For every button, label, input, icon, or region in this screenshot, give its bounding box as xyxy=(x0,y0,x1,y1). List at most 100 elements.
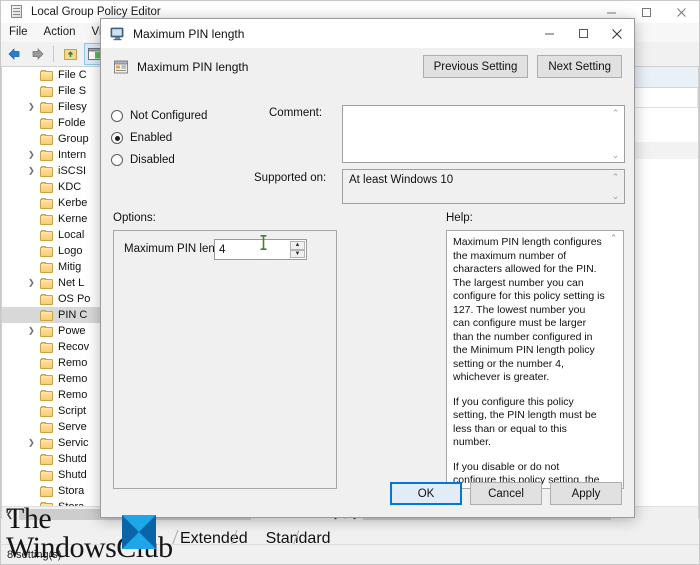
tree-item-label: Group xyxy=(58,133,89,145)
scroll-left-icon[interactable]: ❮ xyxy=(2,507,17,522)
chevron-right-icon[interactable]: ❯ xyxy=(28,438,37,447)
options-panel: Maximum PIN length 4 ▲ ▼ xyxy=(113,230,337,489)
tree-item-label: OS Po xyxy=(58,293,91,305)
folder-icon xyxy=(40,469,53,481)
next-setting-button[interactable]: Next Setting xyxy=(537,55,622,78)
tree-item-label: Filesy xyxy=(58,101,87,113)
radio-not-configured[interactable]: Not Configured xyxy=(111,105,251,127)
dialog-header: Maximum PIN length Previous Setting Next… xyxy=(101,48,634,86)
folder-icon xyxy=(40,325,53,337)
folder-icon xyxy=(40,277,53,289)
tree-item-label: Local xyxy=(58,229,85,241)
radio-enabled-indicator[interactable] xyxy=(111,132,123,144)
help-scrollbar[interactable]: ⌃ ⌄ xyxy=(606,232,621,487)
stepper-buttons[interactable]: ▲ ▼ xyxy=(290,241,305,258)
ok-button[interactable]: OK xyxy=(390,482,462,505)
folder-icon xyxy=(40,341,53,353)
help-panel[interactable]: Maximum PIN length configures the maximu… xyxy=(446,230,624,489)
chevron-right-icon[interactable]: ❯ xyxy=(28,166,37,175)
tree-item-label: Mitig xyxy=(58,261,82,273)
tree-item-label: Script xyxy=(58,405,87,417)
up-folder-icon[interactable] xyxy=(60,43,82,65)
help-label: Help: xyxy=(446,212,473,224)
dialog-footer: OK Cancel Apply xyxy=(101,475,634,517)
tree-item-label: Intern xyxy=(58,149,87,161)
tree-item-label: Remo xyxy=(58,373,88,385)
tree-item-label: Remo xyxy=(58,389,88,401)
supported-on-scrollbar[interactable]: ⌃ ⌄ xyxy=(608,171,623,202)
dialog-minimize-icon[interactable] xyxy=(532,19,566,48)
folder-icon xyxy=(40,165,53,177)
tree-item-label: Recov xyxy=(58,341,90,353)
status-text: 8 setting(s) xyxy=(7,548,62,561)
tree-item-label: Logo xyxy=(58,245,83,257)
comment-scrollbar[interactable]: ⌃ ⌄ xyxy=(608,107,623,161)
folder-icon xyxy=(40,197,53,209)
folder-icon xyxy=(40,101,53,113)
chevron-right-icon[interactable]: ❯ xyxy=(28,326,37,335)
folder-icon xyxy=(40,213,53,225)
folder-icon xyxy=(40,149,53,161)
cancel-button[interactable]: Cancel xyxy=(470,482,542,505)
spinner-down-icon[interactable]: ▼ xyxy=(290,249,305,258)
folder-icon xyxy=(40,117,53,129)
dialog-nav-buttons: Previous Setting Next Setting xyxy=(422,55,622,78)
folder-icon xyxy=(40,357,53,369)
folder-icon xyxy=(40,85,53,97)
spinner-up-icon[interactable]: ▲ xyxy=(290,241,305,250)
dialog-setting-name: Maximum PIN length xyxy=(137,60,249,74)
comment-textarea[interactable]: ⌃ ⌄ xyxy=(342,105,625,163)
dialog-maximize-icon[interactable] xyxy=(566,19,600,48)
chevron-right-icon[interactable]: ❯ xyxy=(28,102,37,111)
previous-setting-button[interactable]: Previous Setting xyxy=(422,55,529,78)
menu-file[interactable]: File xyxy=(1,23,36,42)
tree-item-label: Net L xyxy=(58,277,85,289)
back-icon[interactable] xyxy=(3,43,25,65)
radio-disabled-label: Disabled xyxy=(130,154,175,166)
tree-item-label: KDC xyxy=(58,181,82,193)
tree-item-label: Servic xyxy=(58,437,89,449)
comment-scroll-down-icon[interactable]: ⌄ xyxy=(612,149,620,161)
folder-icon xyxy=(40,261,53,273)
policy-state-radio-group: Not Configured Enabled Disabled xyxy=(111,105,251,171)
radio-disabled[interactable]: Disabled xyxy=(111,149,251,171)
folder-icon xyxy=(40,229,53,241)
comment-scroll-up-icon[interactable]: ⌃ xyxy=(612,107,620,119)
tree-item-label: Remo xyxy=(58,357,88,369)
supported-scroll-up-icon[interactable]: ⌃ xyxy=(612,171,620,183)
tree-item-label: Kerbe xyxy=(58,197,88,209)
radio-enabled-label: Enabled xyxy=(130,132,173,144)
status-bar: 8 setting(s) xyxy=(1,544,699,564)
folder-icon xyxy=(40,437,53,449)
folder-icon xyxy=(40,405,53,417)
chevron-right-icon[interactable]: ❯ xyxy=(28,278,37,287)
dialog-title: Maximum PIN length xyxy=(133,26,245,41)
supported-on-field: At least Windows 10 ⌃ ⌄ xyxy=(342,169,625,204)
dialog-titlebar[interactable]: Maximum PIN length xyxy=(101,19,634,48)
help-scroll-up-icon[interactable]: ⌃ xyxy=(610,232,618,244)
radio-not-configured-indicator[interactable] xyxy=(111,110,123,122)
options-label: Options: xyxy=(113,212,156,224)
radio-enabled[interactable]: Enabled xyxy=(111,127,251,149)
tree-item-label: PIN C xyxy=(58,309,88,321)
close-icon[interactable] xyxy=(664,1,699,23)
folder-icon xyxy=(40,373,53,385)
forward-icon[interactable] xyxy=(27,43,49,65)
folder-icon xyxy=(40,293,53,305)
chevron-right-icon[interactable]: ❯ xyxy=(28,150,37,159)
folder-icon xyxy=(40,309,53,321)
tree-item-label: Shutd xyxy=(58,453,87,465)
policy-setting-icon xyxy=(110,26,126,42)
supported-on-value: At least Windows 10 xyxy=(349,174,454,186)
radio-disabled-indicator[interactable] xyxy=(111,154,123,166)
apply-button[interactable]: Apply xyxy=(550,482,622,505)
folder-icon xyxy=(40,133,53,145)
supported-scroll-down-icon[interactable]: ⌄ xyxy=(612,190,620,202)
radio-not-configured-label: Not Configured xyxy=(130,110,208,122)
gpedit-icon xyxy=(9,4,25,20)
maximum-pin-length-value[interactable]: 4 xyxy=(215,244,225,256)
menu-action[interactable]: Action xyxy=(36,23,84,42)
dialog-close-icon[interactable] xyxy=(600,19,634,48)
tree-item-label: Kerne xyxy=(58,213,88,225)
dialog-footer-buttons: OK Cancel Apply xyxy=(390,482,622,505)
